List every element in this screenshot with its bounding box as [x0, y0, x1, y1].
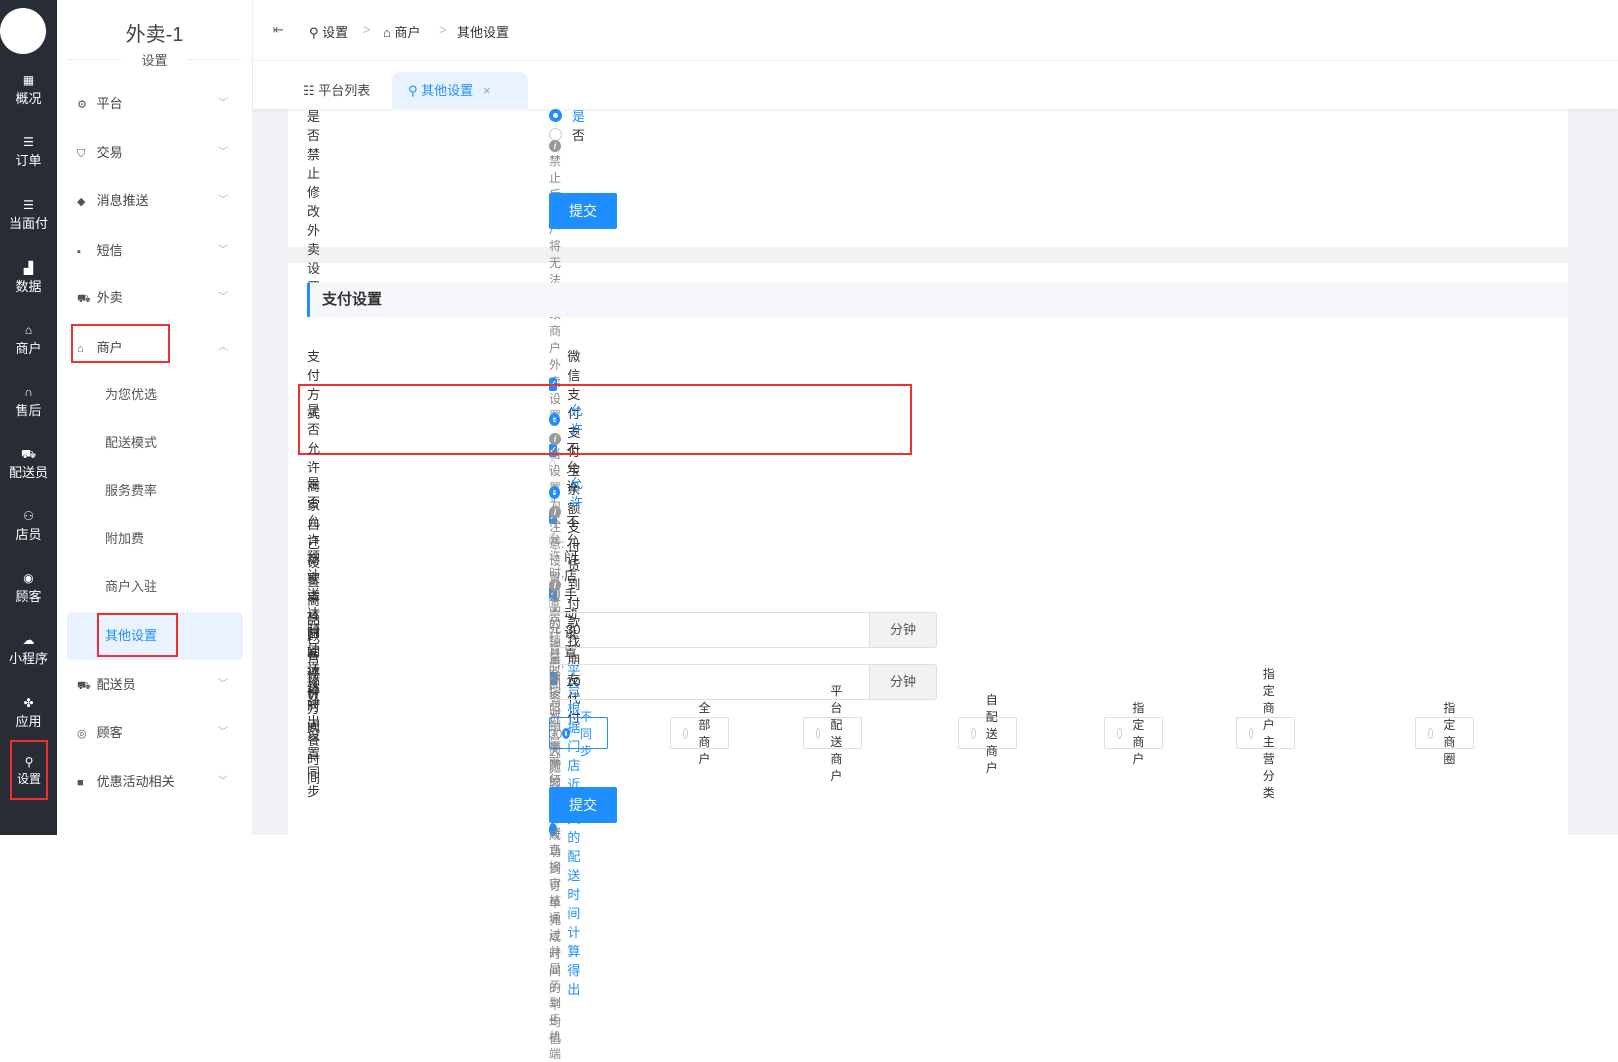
wechat-icon: ☁: [22, 633, 35, 647]
chevron-up-icon: ︿: [218, 342, 228, 353]
settings-user-icon: ⚲: [24, 755, 34, 769]
rail-item-overview[interactable]: ▦ 概况: [0, 72, 57, 107]
tab-bar: ☷ 平台列表 ⚲ 其他设置 ×: [253, 61, 1618, 109]
info-icon: i: [549, 140, 561, 152]
breadcrumb-separator: >: [439, 22, 447, 37]
sync-option-specified[interactable]: 指定商户: [1104, 701, 1164, 766]
collapse-menu-icon[interactable]: ⇤: [273, 22, 284, 38]
user-circle-icon: ◉: [23, 571, 34, 585]
submenu-merchant-join[interactable]: 商户入驻: [67, 563, 243, 611]
store-icon: ⌂: [383, 25, 395, 40]
sidebar-subtitle: 设置: [57, 50, 252, 69]
scooter-icon: ⛟: [20, 447, 37, 461]
sync-option-all[interactable]: 全部商户: [670, 701, 730, 766]
forbid-label: 是否禁止修改外卖设置: [307, 109, 321, 295]
rail-item-customer[interactable]: ◉ 顾客: [0, 570, 57, 605]
scooter-icon: ⛟: [77, 293, 91, 305]
chevron-down-icon: ﹀: [218, 195, 228, 206]
close-icon[interactable]: ×: [483, 83, 491, 98]
sync-label: 设置同步: [307, 727, 321, 799]
content-area: [253, 109, 1618, 863]
highlight-box: [71, 324, 170, 363]
chevron-down-icon: ﹀: [218, 776, 228, 787]
chevron-down-icon: ﹀: [218, 147, 228, 158]
sidebar-title: 外卖-1: [125, 24, 184, 46]
sync-option-district[interactable]: 指定商圈: [1415, 701, 1475, 766]
card-payment: [288, 263, 1568, 863]
submenu-delivery-mode[interactable]: 配送模式: [67, 419, 243, 467]
menu-trade[interactable]: ⛉ 交易 ﹀: [77, 138, 253, 168]
submenu-recommend[interactable]: 为您优选: [67, 371, 243, 419]
gift-icon: ■: [77, 777, 84, 789]
chevron-down-icon: ﹀: [218, 727, 228, 738]
shield-icon: ⛉: [77, 148, 86, 160]
info-icon: i: [549, 433, 561, 445]
sync-option-none[interactable]: 不同步: [549, 710, 609, 758]
settings-user-icon: ⚲: [408, 83, 422, 98]
scooter-icon: ⛟: [77, 680, 91, 692]
breadcrumb-settings[interactable]: ⚲ 设置: [309, 22, 348, 41]
menu-sms[interactable]: ▪ 短信 ﹀: [77, 236, 253, 266]
gear-icon: ⚙: [77, 99, 87, 111]
store-icon: ⌂: [24, 323, 33, 337]
settings-user-icon: ⚲: [309, 25, 323, 40]
rail-item-staff[interactable]: ⚇ 店员: [0, 508, 57, 543]
rail-item-data[interactable]: ▟ 数据: [0, 260, 57, 295]
info-icon: i: [549, 579, 561, 591]
highlight-box: [97, 613, 178, 657]
sync-option-self-delivery[interactable]: 自配送商户: [958, 693, 1018, 775]
menu-takeout[interactable]: ⛟ 外卖 ﹀: [77, 283, 253, 313]
menu-promotions[interactable]: ■ 优惠活动相关 ﹀: [77, 767, 253, 797]
chevron-down-icon: ﹀: [218, 245, 228, 256]
section-title: 支付设置: [307, 283, 1568, 317]
rail-item-face-pay[interactable]: ☰ 当面付: [0, 197, 57, 232]
avatar[interactable]: [0, 8, 46, 54]
rail-item-settings[interactable]: ⚲ 设置: [10, 740, 48, 800]
rail-item-after-sales[interactable]: ∩ 售后: [0, 384, 57, 419]
chevron-down-icon: ﹀: [218, 292, 228, 303]
top-header: ⇤ ⚲ 设置 > ⌂ 商户 > 其他设置: [253, 0, 1618, 61]
tab-other-settings[interactable]: ⚲ 其他设置 ×: [392, 72, 528, 109]
submit-button[interactable]: 提交: [549, 193, 617, 229]
menu-platform[interactable]: ⚙ 平台 ﹀: [77, 89, 253, 119]
menu-customer[interactable]: ◎ 顾客 ﹀: [77, 718, 253, 748]
rail-item-mini-program[interactable]: ☁ 小程序: [0, 632, 57, 667]
breadcrumb-separator: >: [363, 22, 371, 37]
breadcrumb-current: 其他设置: [457, 25, 510, 40]
rail-item-orders[interactable]: ☰ 订单: [0, 134, 57, 169]
menu-courier[interactable]: ⛟ 配送员 ﹀: [77, 670, 253, 700]
app-rail: ▦ 概况 ☰ 订单 ☰ 当面付 ▟ 数据 ⌂ 商户 ∩ 售后 ⛟ 配送员 ⚇ 店员 ◉ 顾客 ☁ 小…: [0, 0, 57, 835]
chevron-down-icon: ﹀: [218, 98, 228, 109]
list-icon: ☰: [23, 135, 34, 149]
grid-icon: ▦: [22, 73, 35, 87]
push-icon: ◆: [77, 196, 86, 208]
tab-platform-list[interactable]: ☷ 平台列表: [287, 72, 386, 109]
list-icon: ☰: [23, 198, 34, 212]
rail-item-courier[interactable]: ⛟ 配送员: [0, 446, 57, 481]
list-icon: ☷: [303, 83, 319, 98]
sms-icon: ▪: [77, 246, 81, 258]
submenu-service-rate[interactable]: 服务费率: [67, 467, 243, 515]
submenu-surcharge[interactable]: 附加费: [67, 515, 243, 563]
submit-button[interactable]: 提交: [549, 787, 617, 823]
rail-item-apps[interactable]: ✤ 应用: [0, 695, 57, 730]
rail-item-merchant[interactable]: ⌂ 商户: [0, 322, 57, 357]
headset-icon: ∩: [24, 385, 33, 399]
meal-time-input[interactable]: 10 分钟: [549, 664, 937, 700]
chevron-down-icon: ﹀: [218, 679, 228, 690]
sidebar: 外卖-1 设置 ⚙ 平台 ﹀ ⛉ 交易 ﹀ ◆ 消息推送 ﹀ ▪ 短信 ﹀ ⛟ 外卖 ﹀ …: [57, 0, 253, 835]
bar-chart-icon: ▟: [23, 261, 34, 275]
user-circle-icon: ◎: [77, 728, 87, 740]
sync-option-category[interactable]: 指定商户主营分类: [1236, 667, 1296, 800]
info-icon: i: [549, 506, 561, 518]
breadcrumb-merchant[interactable]: ⌂ 商户: [383, 22, 420, 41]
deliver-time-input[interactable]: 30 分钟: [549, 612, 937, 648]
sync-option-platform-delivery[interactable]: 平台配送商户: [803, 684, 863, 783]
menu-push[interactable]: ◆ 消息推送 ﹀: [77, 186, 253, 216]
users-icon: ⚇: [23, 509, 34, 523]
apps-icon: ✤: [23, 696, 34, 710]
card-takeout: [288, 109, 1568, 247]
